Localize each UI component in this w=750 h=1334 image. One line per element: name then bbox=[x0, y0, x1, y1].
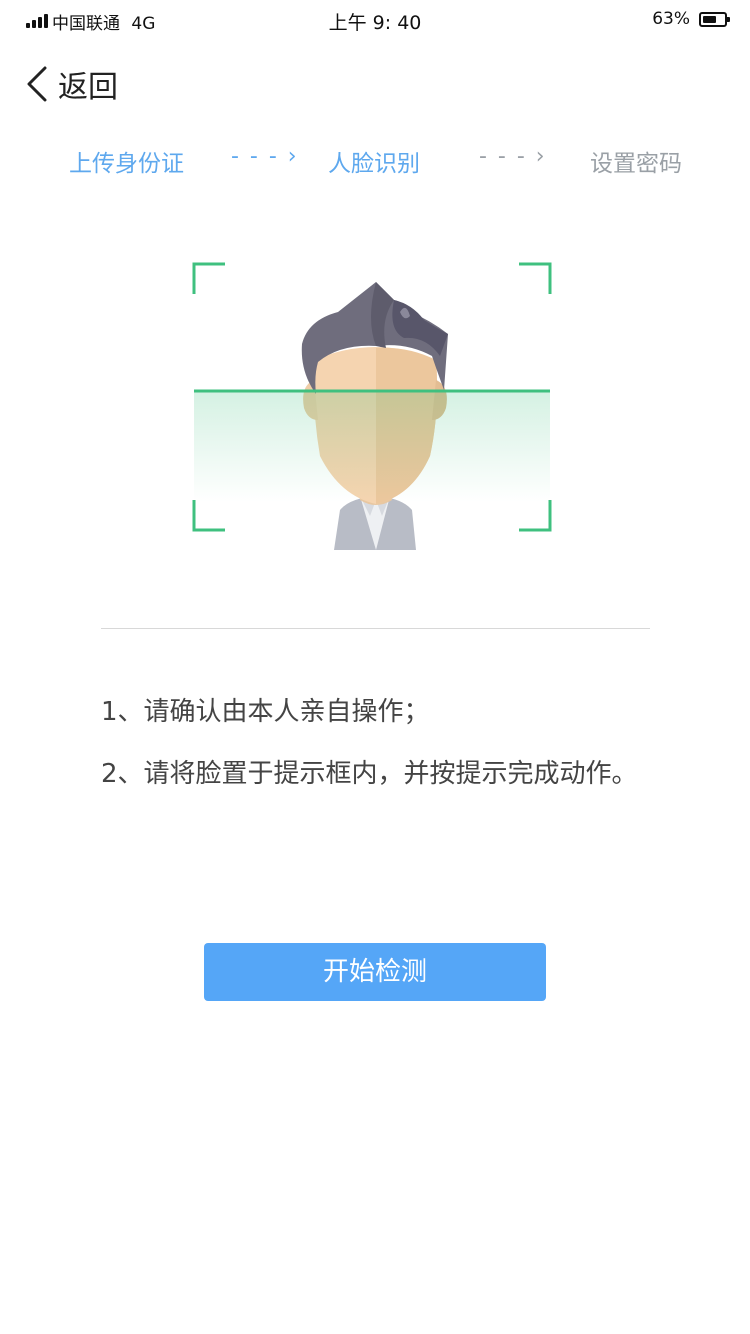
step-indicator: 上传身份证 - - - › 人脸识别 - - - › 设置密码 bbox=[0, 140, 750, 180]
instruction-item: 1、请确认由本人亲自操作； bbox=[101, 697, 430, 727]
step-arrow-icon: - - - › bbox=[231, 144, 299, 169]
divider bbox=[101, 628, 650, 629]
step-arrow-icon: - - - › bbox=[479, 144, 547, 169]
chevron-left-icon bbox=[27, 66, 47, 102]
face-scan-illustration bbox=[190, 260, 554, 560]
step-upload-id: 上传身份证 bbox=[69, 151, 184, 177]
step-set-password: 设置密码 bbox=[590, 151, 682, 177]
back-button[interactable]: 返回 bbox=[26, 62, 118, 106]
status-time: 上午 9: 40 bbox=[328, 12, 422, 34]
back-label: 返回 bbox=[58, 70, 118, 105]
instruction-item: 2、请将脸置于提示框内，并按提示完成动作。 bbox=[101, 759, 638, 789]
battery-icon bbox=[699, 12, 730, 27]
start-detection-button[interactable]: 开始检测 bbox=[204, 943, 546, 1001]
status-bar: 中国联通 4G 上午 9: 40 63% bbox=[0, 0, 750, 40]
battery-level bbox=[703, 16, 716, 23]
battery-percent: 63% bbox=[652, 9, 690, 29]
step-face-recognition: 人脸识别 bbox=[328, 151, 420, 177]
instructions: 1、请确认由本人亲自操作； 2、请将脸置于提示框内，并按提示完成动作。 bbox=[101, 690, 721, 814]
